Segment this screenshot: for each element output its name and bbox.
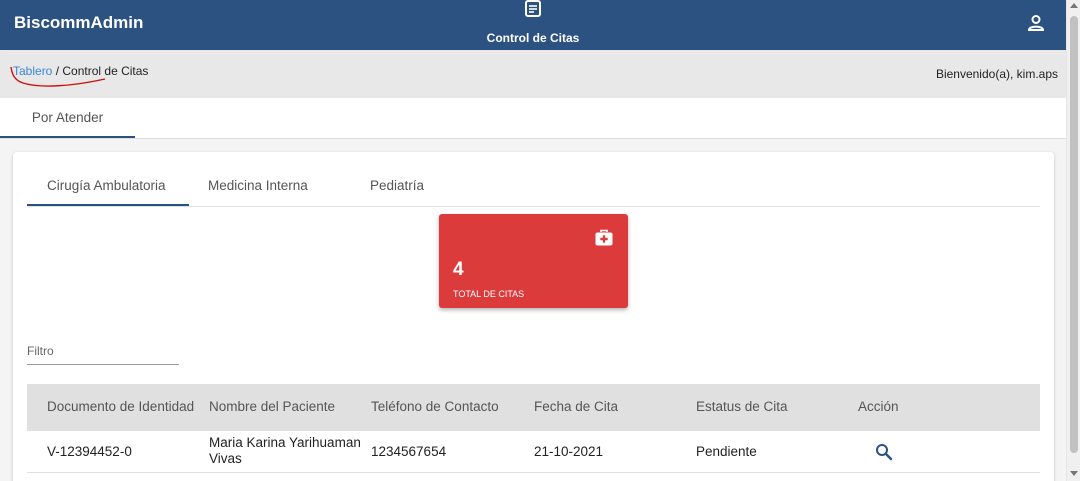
view-appointment-button[interactable] — [875, 443, 893, 461]
tab-medicina-interna[interactable]: Medicina Interna — [208, 178, 308, 193]
cell-nombre: Maria Karina Yarihuaman Vivas — [209, 435, 361, 466]
scroll-down-arrow-icon[interactable] — [1070, 471, 1078, 476]
cell-fecha: 21-10-2021 — [534, 444, 604, 459]
total-citas-card: 4 TOTAL DE CITAS — [439, 214, 628, 308]
red-annotation-mark — [10, 66, 106, 87]
section-title-block: Control de Citas — [480, 0, 586, 50]
document-icon — [525, 0, 541, 17]
column-header-fecha[interactable]: Fecha de Cita — [534, 399, 618, 414]
column-header-accion: Acción — [858, 399, 899, 414]
breadcrumb-bar: Tablero / Control de Citas Bienvenido(a)… — [0, 50, 1066, 98]
cell-documento: V-12394452-0 — [47, 444, 132, 459]
column-header-nombre[interactable]: Nombre del Paciente — [209, 399, 335, 414]
appointments-card: Cirugía Ambulatoria Medicina Interna Ped… — [13, 152, 1054, 481]
user-icon — [1027, 15, 1045, 31]
table-row: V-12394452-0 Maria Karina Yarihuaman Viv… — [27, 431, 1040, 473]
total-citas-label: TOTAL DE CITAS — [453, 289, 525, 299]
top-tabs: Por Atender — [0, 98, 1066, 139]
total-citas-value: 4 — [453, 259, 464, 280]
active-tab-indicator — [27, 204, 189, 206]
app-brand[interactable]: BiscommAdmin — [14, 13, 143, 33]
tab-cirugia-ambulatoria[interactable]: Cirugía Ambulatoria — [47, 178, 166, 193]
tab-pediatria[interactable]: Pediatría — [370, 178, 424, 193]
table-header: Documento de Identidad Nombre del Pacien… — [27, 384, 1040, 431]
user-account-button[interactable] — [1026, 13, 1046, 33]
medical-kit-icon — [595, 229, 613, 246]
scroll-up-arrow-icon[interactable] — [1070, 3, 1078, 8]
column-header-estatus[interactable]: Estatus de Cita — [696, 399, 788, 414]
section-title: Control de Citas — [486, 31, 580, 45]
specialty-tabs: Cirugía Ambulatoria Medicina Interna Ped… — [27, 168, 1040, 207]
column-header-documento[interactable]: Documento de Identidad — [47, 399, 194, 414]
scrollbar-thumb[interactable] — [1070, 16, 1078, 453]
filter-input[interactable] — [27, 337, 179, 365]
cell-estatus: Pendiente — [696, 444, 757, 459]
column-header-telefono[interactable]: Teléfono de Contacto — [371, 399, 499, 414]
tab-por-atender[interactable]: Por Atender — [0, 98, 135, 138]
app-header: BiscommAdmin Control de Citas — [0, 0, 1066, 50]
cell-telefono: 1234567654 — [371, 444, 447, 459]
page-scrollbar[interactable] — [1066, 0, 1080, 481]
welcome-text: Bienvenido(a), kim.aps — [935, 67, 1058, 81]
search-icon — [876, 444, 893, 461]
